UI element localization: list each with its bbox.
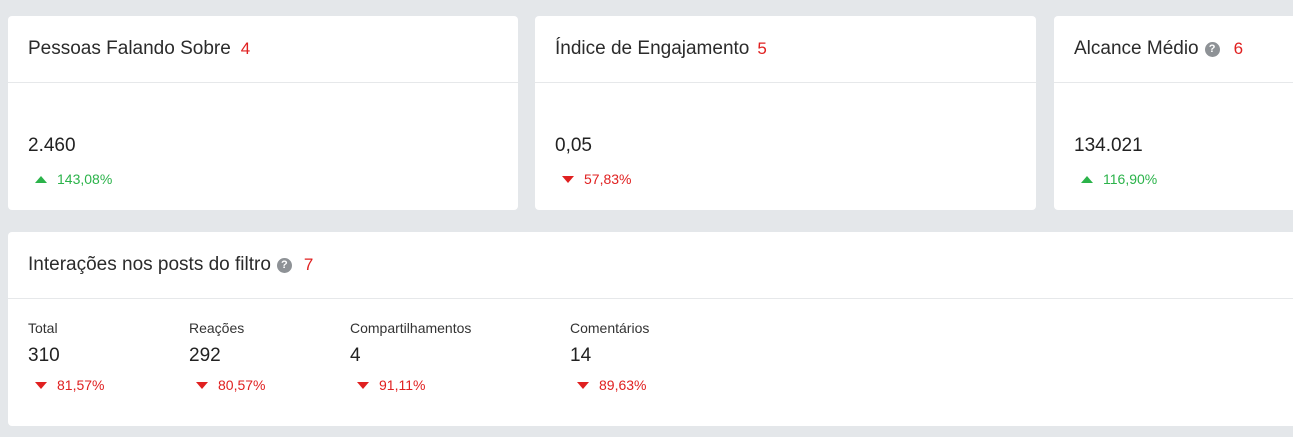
arrow-down-icon (562, 175, 574, 183)
arrow-up-icon (1081, 175, 1093, 183)
help-icon[interactable]: ? (276, 257, 292, 273)
card-header: Interações nos posts do filtro ? 7 (8, 232, 1293, 299)
interactions-card: Interações nos posts do filtro ? 7 Total… (8, 232, 1293, 426)
card-title: Alcance Médio (1074, 38, 1199, 59)
change-percent: 91,11% (379, 377, 426, 393)
annotation-number: 5 (757, 39, 767, 58)
annotation-number: 6 (1233, 39, 1244, 58)
metric-card-people-talking: Pessoas Falando Sobre 4 2.460 143,08% (8, 16, 518, 210)
change-percent: 116,90% (1103, 171, 1158, 187)
stat-value: 292 (189, 345, 221, 366)
stat-value: 4 (350, 345, 361, 366)
arrow-down-icon (577, 381, 589, 389)
change-percent: 81,57% (57, 377, 105, 393)
annotation-number: 4 (240, 39, 251, 58)
stat-change: 89,63% (577, 377, 649, 393)
stat-change: 81,57% (35, 377, 104, 393)
arrow-up-icon (35, 175, 47, 183)
metric-card-engagement-index: Índice de Engajamento 5 0,05 57,83% (535, 16, 1036, 210)
card-title: Índice de Engajamento (555, 38, 750, 59)
metric-value: 134.021 (1074, 135, 1143, 156)
arrow-down-icon (196, 381, 208, 389)
change-percent: 80,57% (218, 377, 266, 393)
card-title: Pessoas Falando Sobre (28, 38, 231, 59)
stat-value: 14 (570, 345, 592, 366)
stat-value: 310 (28, 345, 60, 366)
stat-label: Total (28, 320, 58, 336)
change-percent: 57,83% (584, 171, 632, 187)
stat-reactions: Reações 292 80,57% (189, 320, 265, 393)
metric-card-average-reach: Alcance Médio ? 6 134.021 116,90% (1054, 16, 1293, 210)
card-header: Índice de Engajamento 5 (535, 16, 1036, 83)
arrow-down-icon (35, 381, 47, 389)
card-header: Pessoas Falando Sobre 4 (8, 16, 518, 83)
card-header: Alcance Médio ? 6 (1054, 16, 1293, 83)
stat-total: Total 310 81,57% (28, 320, 104, 393)
stat-change: 91,11% (357, 377, 471, 393)
change-percent: 143,08% (57, 171, 113, 187)
metric-change: 143,08% (35, 171, 112, 187)
metric-change: 57,83% (562, 171, 631, 187)
change-percent: 89,63% (599, 377, 647, 393)
arrow-down-icon (357, 381, 369, 389)
metric-change: 116,90% (1081, 171, 1157, 187)
stat-change: 80,57% (196, 377, 265, 393)
stat-label: Reações (189, 320, 245, 336)
help-icon[interactable]: ? (1204, 41, 1220, 57)
card-title: Interações nos posts do filtro (28, 254, 271, 275)
metric-value: 2.460 (28, 135, 76, 156)
metric-value: 0,05 (555, 135, 592, 156)
stat-label: Comentários (570, 320, 650, 336)
stat-comments: Comentários 14 89,63% (570, 320, 649, 393)
annotation-number: 7 (303, 255, 314, 274)
stat-label: Compartilhamentos (350, 320, 472, 336)
stat-shares: Compartilhamentos 4 91,11% (350, 320, 471, 393)
